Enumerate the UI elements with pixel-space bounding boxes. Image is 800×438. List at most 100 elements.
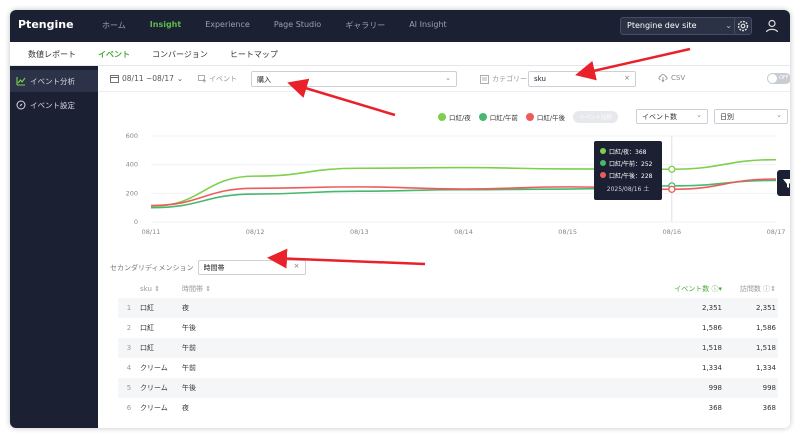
table-row[interactable]: 1 口紅 夜 2,351 2,351 [118, 298, 778, 318]
hover-point[interactable] [668, 165, 676, 173]
row-visits: 368 [762, 404, 776, 412]
compass-icon [16, 100, 26, 110]
nav-page-studio[interactable]: Page Studio [274, 20, 321, 31]
category-input[interactable]: sku × [528, 71, 636, 87]
sub-navigation: 数値レポート イベント コンバージョン ヒートマップ [10, 42, 790, 68]
row-events: 2,351 [701, 304, 722, 312]
legend-item[interactable]: 口紅/夜 [438, 112, 471, 122]
toggle-label: OFF [779, 75, 789, 81]
row-time: 午後 [182, 324, 196, 332]
site-select[interactable]: Ptengine dev site ⌄ [620, 17, 738, 35]
nav-experience[interactable]: Experience [205, 20, 250, 31]
header-time-label: 時間帯 [182, 285, 203, 293]
sidebar-item-event-settings[interactable]: イベント設定 [10, 94, 98, 116]
secondary-dimension-input[interactable]: 時間帯 × [197, 260, 306, 275]
row-sku: 口紅 [140, 344, 154, 352]
header-sku[interactable]: sku ⇕ [140, 285, 182, 293]
hover-point[interactable] [668, 185, 676, 193]
header-sku-label: sku [140, 285, 152, 293]
metric-select-value: イベント数 [642, 113, 677, 121]
tooltip-row: 口紅/午後：228 [600, 169, 656, 181]
legend-item[interactable]: 口紅/午後 [525, 112, 565, 122]
row-events: 998 [708, 384, 722, 392]
row-sku: クリーム [140, 364, 168, 372]
table-row[interactable]: 2 口紅 午後 1,586 1,586 [118, 318, 778, 338]
nav-insight[interactable]: Insight [150, 20, 181, 31]
app-window: Ptengine ホーム Insight Experience Page Stu… [10, 10, 790, 428]
row-events: 368 [708, 404, 722, 412]
chevron-down-icon: ⌄ [696, 111, 702, 119]
table-row[interactable]: 4 クリーム 午前 1,334 1,334 [118, 358, 778, 378]
series-line[interactable] [150, 179, 777, 209]
tooltip-text: 口紅/午後：228 [609, 172, 653, 180]
sidebar: イベント分析 イベント設定 [10, 66, 98, 428]
nav-ai-insight[interactable]: AI Insight [409, 20, 446, 31]
metric-select[interactable]: イベント数 ⌄ [636, 109, 708, 124]
chevron-down-icon: ⌄ [725, 21, 732, 30]
y-tick-label: 400 [126, 161, 138, 169]
row-visits: 1,518 [755, 344, 776, 352]
granularity-select[interactable]: 日別 ⌄ [714, 109, 788, 124]
app-logo[interactable]: Ptengine [18, 18, 74, 31]
close-icon[interactable]: × [624, 74, 630, 82]
x-tick-label: 08/12 [246, 228, 265, 236]
toggle-knob [768, 74, 777, 83]
chevron-down-icon: ⌄ [445, 74, 451, 82]
close-icon[interactable]: × [294, 262, 300, 270]
legend-item[interactable]: 口紅/午前 [478, 112, 518, 122]
secondary-dimension-value: 時間帯 [203, 264, 225, 272]
row-sku: クリーム [140, 404, 168, 412]
sort-icon: ⇕ [205, 285, 212, 293]
secondary-dimension: セカンダリディメンション 時間帯 × [110, 260, 306, 275]
sidebar-item-label: イベント設定 [30, 100, 75, 110]
legend-dot [478, 113, 487, 121]
filter-bar: 08/11 ~08/17 ⌄ イベント 購入 ⌄ カテゴリー sku × CSV… [98, 66, 790, 92]
granularity-select-value: 日別 [720, 113, 734, 121]
calendar-icon [110, 75, 119, 83]
tooltip-dot [600, 160, 606, 166]
nav-gallery[interactable]: ギャラリー [345, 20, 385, 31]
chart-legend: 口紅/夜 口紅/午前 口紅/午後 イベント比較 [438, 111, 619, 123]
event-label-text: イベント [209, 75, 237, 83]
row-events: 1,334 [701, 364, 722, 372]
series-line[interactable] [150, 178, 777, 207]
row-visits: 1,586 [755, 324, 776, 332]
line-chart-svg: 0 200 400 600 08/11 08/12 08/13 08/14 08/15 08/16… [126, 132, 786, 236]
top-nav: ホーム Insight Experience Page Studio ギャラリー… [102, 20, 447, 31]
header-time[interactable]: 時間帯 ⇕ [182, 284, 652, 294]
row-events: 1,518 [701, 344, 722, 352]
row-time: 午前 [182, 344, 196, 352]
row-index: 5 [126, 384, 132, 392]
legend-label: 口紅/夜 [449, 114, 471, 122]
compare-toggle[interactable]: OFF [767, 73, 790, 84]
site-select-value: Ptengine dev site [627, 21, 697, 30]
sidebar-item-label: イベント分析 [30, 76, 75, 86]
x-tick-label: 08/11 [142, 228, 161, 236]
date-range-picker[interactable]: 08/11 ~08/17 ⌄ [110, 74, 183, 83]
line-chart: 0 200 400 600 08/11 08/12 08/13 08/14 08/15 08/16… [98, 130, 790, 240]
header-events[interactable]: イベント数 ⓘ▾ [652, 284, 722, 294]
top-navigation-bar: Ptengine ホーム Insight Experience Page Stu… [10, 10, 790, 42]
event-select[interactable]: 購入 ⌄ [251, 71, 457, 87]
sidebar-item-event-analysis[interactable]: イベント分析 [10, 70, 98, 92]
series-line[interactable] [150, 158, 777, 208]
settings-button[interactable] [734, 17, 752, 35]
main-content: 08/11 ~08/17 ⌄ イベント 購入 ⌄ カテゴリー sku × CSV… [98, 66, 790, 428]
row-visits: 998 [762, 384, 776, 392]
table-row[interactable]: 3 口紅 午前 1,518 1,518 [118, 338, 778, 358]
tooltip-dot [600, 172, 606, 178]
event-compare-button[interactable]: イベント比較 [573, 111, 619, 123]
table-row[interactable]: 5 クリーム 午後 998 998 [118, 378, 778, 398]
table-row[interactable]: 6 クリーム 夜 368 368 [118, 398, 778, 418]
data-table: sku ⇕ 時間帯 ⇕ イベント数 ⓘ▾ 訪問数 ⓘ⇕ 1 口紅 夜 2,351… [118, 280, 778, 418]
tooltip-row: 口紅/夜：368 [600, 145, 656, 157]
header-visits[interactable]: 訪問数 ⓘ⇕ [722, 284, 776, 294]
csv-export-button[interactable]: CSV [658, 73, 685, 82]
tooltip-row: 口紅/午前：252 [600, 157, 656, 169]
filter-floating-button[interactable] [777, 170, 790, 196]
row-visits: 2,351 [755, 304, 776, 312]
nav-home[interactable]: ホーム [102, 20, 126, 31]
x-tick-label: 08/13 [350, 228, 369, 236]
user-icon[interactable] [764, 18, 780, 34]
category-filter-label: カテゴリー [480, 74, 527, 84]
